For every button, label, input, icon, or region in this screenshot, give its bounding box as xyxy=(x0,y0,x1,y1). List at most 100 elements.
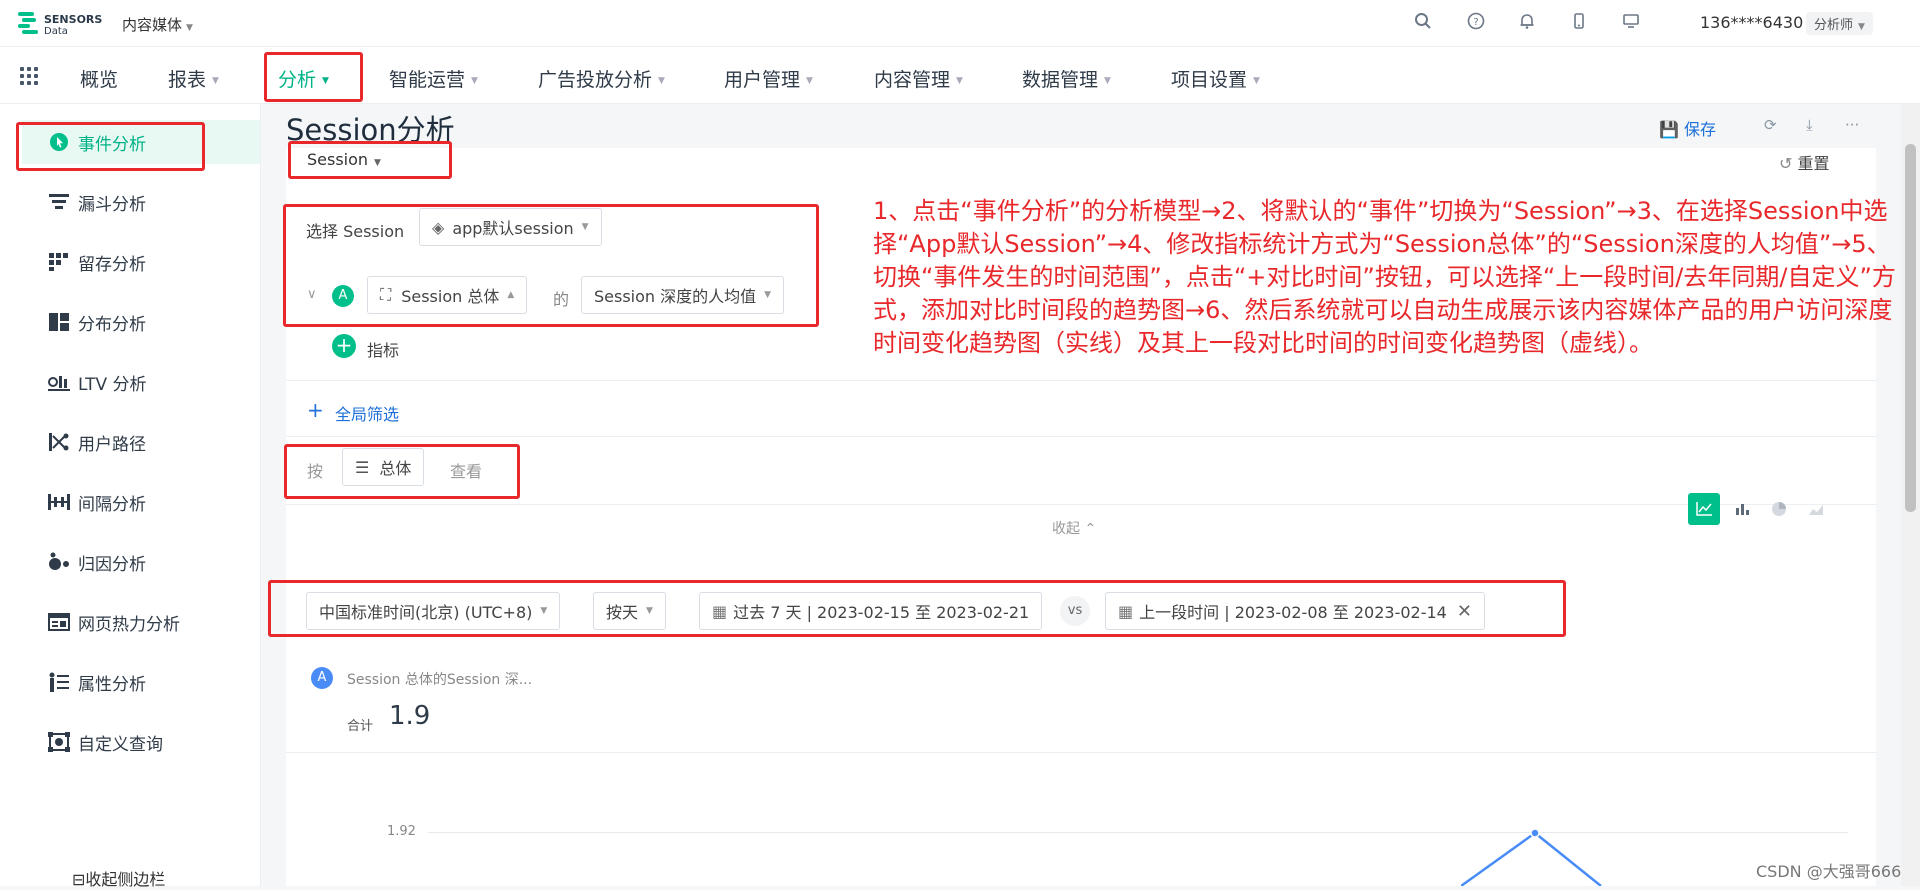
sidebar-item-label: 留存分析 xyxy=(78,254,146,275)
sidebar-item-label: 网页热力分析 xyxy=(78,614,180,635)
highlight-date-compare xyxy=(268,580,1566,637)
collapse-icon: ⊟ xyxy=(72,870,86,889)
sidebar-item-heatmap[interactable]: 网页热力分析 xyxy=(22,600,260,644)
watermark: CSDN @大强哥666 xyxy=(1756,862,1902,881)
more-icon[interactable]: ··· xyxy=(1845,116,1859,134)
highlight-session-select xyxy=(288,141,452,179)
role-switcher[interactable]: 分析师 ▼ xyxy=(1806,12,1873,35)
retention-icon xyxy=(46,251,72,273)
reset-button[interactable]: ↺ 重置 xyxy=(1779,150,1830,174)
divider xyxy=(286,752,1876,753)
sidebar-item-interval[interactable]: 间隔分析 xyxy=(22,480,260,524)
interval-icon xyxy=(46,491,72,513)
plus-icon[interactable]: + xyxy=(307,398,324,422)
user-phone[interactable]: 136****6430 xyxy=(1700,13,1803,32)
sidebar-item-label: 间隔分析 xyxy=(78,494,146,515)
scrollbar[interactable] xyxy=(1901,104,1920,886)
sidebar-item-label: 自定义查询 xyxy=(78,734,163,755)
sidebar-item-retention[interactable]: 留存分析 xyxy=(22,240,260,284)
sidebar-item-custom-query[interactable]: 自定义查询 xyxy=(22,720,260,764)
collapse-panel-button[interactable]: 收起 ⌃ xyxy=(1052,518,1096,538)
global-filter-button[interactable]: 全局筛选 xyxy=(335,401,399,425)
logo-subtext: Data xyxy=(44,26,68,37)
svg-text:?: ? xyxy=(1473,17,1478,28)
chevron-down-icon: ▼ xyxy=(471,75,478,86)
refresh-icon[interactable]: ⟳ xyxy=(1764,116,1777,134)
nav-item-project-settings[interactable]: 项目设置 ▼ xyxy=(1171,65,1260,92)
distribution-icon xyxy=(46,311,72,333)
chevron-down-icon: ▼ xyxy=(658,75,665,86)
highlight-group-by xyxy=(284,444,520,499)
help-icon[interactable]: ? xyxy=(1466,12,1486,32)
project-switcher[interactable]: 内容媒体 ▼ xyxy=(122,14,193,35)
sidebar-item-label: 用户路径 xyxy=(78,434,146,455)
chevron-down-icon: ▼ xyxy=(186,23,193,33)
chevron-down-icon: ▼ xyxy=(806,75,813,86)
top-header: SENSORS Data 内容媒体 ▼ ? 136****6430 分析师 ▼ xyxy=(0,0,1920,47)
collapse-sidebar-button[interactable]: ⊟收起侧边栏 xyxy=(72,866,165,890)
bell-icon[interactable] xyxy=(1517,12,1537,32)
line-chart-icon[interactable] xyxy=(1688,493,1720,525)
nav-item-content-management[interactable]: 内容管理 ▼ xyxy=(874,65,963,92)
nav-item-smart-ops[interactable]: 智能运营 ▼ xyxy=(389,65,478,92)
sidebar-item-property[interactable]: 属性分析 xyxy=(22,660,260,704)
highlight-nav-analysis xyxy=(264,52,363,102)
user-path-icon xyxy=(46,431,72,453)
sidebar-item-ltv[interactable]: LTV 分析 xyxy=(22,360,260,404)
chevron-up-icon: ⌃ xyxy=(1084,521,1097,537)
attribution-icon xyxy=(46,551,72,573)
save-icon: 💾 xyxy=(1659,120,1685,139)
sidebar-item-attribution[interactable]: 归因分析 xyxy=(22,540,260,584)
funnel-icon xyxy=(46,191,72,213)
annotation-text: 1、点击“事件分析”的分析模型→2、将默认的“事件”切换为“Session”→3… xyxy=(873,197,1896,357)
divider xyxy=(286,380,1876,381)
chevron-down-icon: ▼ xyxy=(1858,22,1865,32)
logo-icon xyxy=(18,11,38,37)
monitor-icon[interactable] xyxy=(1621,12,1641,32)
sidebar-item-label: 漏斗分析 xyxy=(78,194,146,215)
download-icon[interactable]: ⤓ xyxy=(1806,116,1813,134)
sensors-data-logo[interactable]: SENSORS Data xyxy=(18,11,114,39)
add-metric-button[interactable]: 指标 xyxy=(367,337,399,361)
custom-query-icon xyxy=(46,731,72,753)
sidebar-item-label: 分布分析 xyxy=(78,314,146,335)
total-label: 合计 xyxy=(347,719,374,734)
sidebar: 事件分析 漏斗分析 留存分析 分布分析 LTV 分析 用户路径 间隔分析 归因分… xyxy=(0,104,261,889)
highlight-session-metric xyxy=(283,204,819,327)
trend-line xyxy=(1461,828,1602,886)
nav-item-user-management[interactable]: 用户管理 ▼ xyxy=(724,65,813,92)
save-button[interactable]: 💾 保存 xyxy=(1659,116,1716,140)
divider xyxy=(286,504,1876,505)
apps-grid-icon[interactable] xyxy=(20,67,38,85)
sidebar-item-user-path[interactable]: 用户路径 xyxy=(22,420,260,464)
scrollbar-thumb[interactable] xyxy=(1905,144,1916,512)
chevron-down-icon: ▼ xyxy=(1104,75,1111,86)
nav-item-data-management[interactable]: 数据管理 ▼ xyxy=(1022,65,1111,92)
sidebar-item-label: 归因分析 xyxy=(78,554,146,575)
heatmap-icon xyxy=(46,611,72,633)
sidebar-item-label: LTV 分析 xyxy=(78,374,147,395)
result-metric-badge: A xyxy=(311,667,333,689)
ltv-icon xyxy=(46,371,72,393)
divider xyxy=(286,436,1876,437)
mobile-icon[interactable] xyxy=(1569,12,1589,32)
add-metric-icon[interactable]: + xyxy=(332,334,356,358)
logo-text: SENSORS xyxy=(44,13,103,26)
area-chart-icon[interactable] xyxy=(1800,493,1832,525)
sidebar-item-funnel[interactable]: 漏斗分析 xyxy=(22,180,260,224)
sidebar-item-distribution[interactable]: 分布分析 xyxy=(22,300,260,344)
y-axis-tick: 1.92 xyxy=(387,824,416,839)
nav-item-overview[interactable]: 概览 xyxy=(80,65,118,92)
search-icon[interactable] xyxy=(1413,12,1433,32)
result-metric-name: Session 总体的Session 深... xyxy=(347,672,533,688)
bar-chart-icon[interactable] xyxy=(1726,493,1758,525)
nav-item-ad-analysis[interactable]: 广告投放分析 ▼ xyxy=(538,65,665,92)
sidebar-item-label: 属性分析 xyxy=(78,674,146,695)
chevron-down-icon: ▼ xyxy=(1253,75,1260,86)
nav-item-reports[interactable]: 报表 ▼ xyxy=(168,65,219,92)
chevron-down-icon: ▼ xyxy=(212,75,219,86)
pie-chart-icon[interactable] xyxy=(1763,493,1795,525)
total-value: 1.9 xyxy=(389,701,431,731)
highlight-event-analysis xyxy=(16,122,205,171)
chevron-down-icon: ▼ xyxy=(956,75,963,86)
